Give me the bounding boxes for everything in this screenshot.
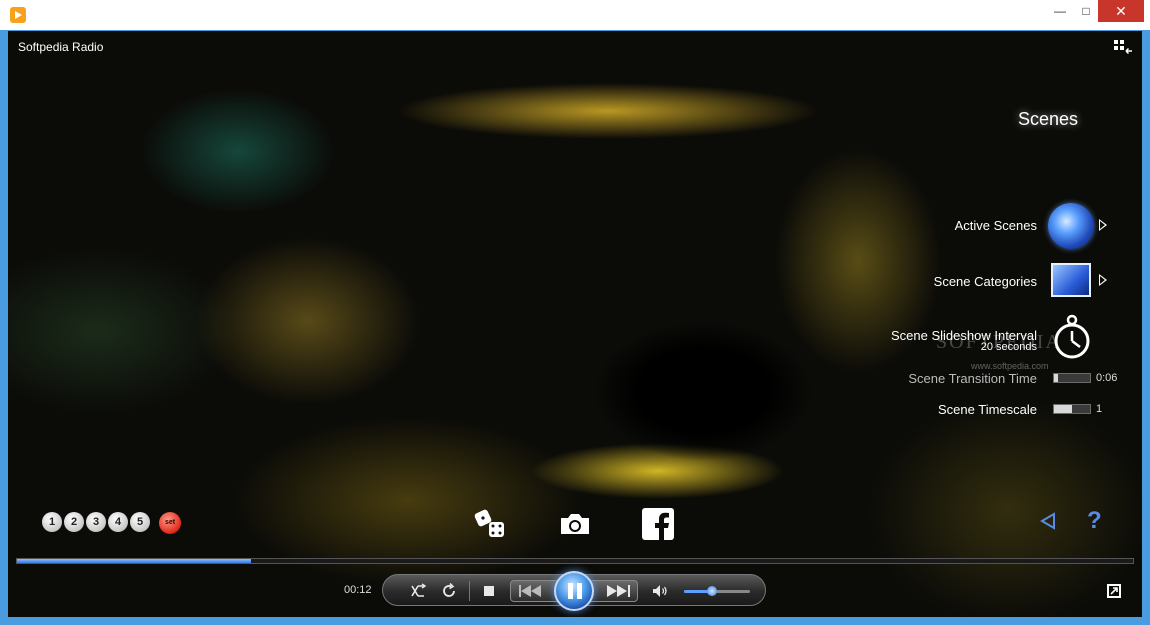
elapsed-time: 00:12 bbox=[344, 584, 372, 596]
close-button[interactable]: ✕ bbox=[1098, 0, 1144, 22]
facebook-icon[interactable] bbox=[642, 508, 674, 540]
app-icon[interactable] bbox=[10, 7, 26, 23]
scenes-heading: Scenes bbox=[1018, 109, 1079, 129]
title-bar[interactable]: — □ ✕ bbox=[0, 0, 1150, 30]
watermark-url: www.softpedia.com bbox=[971, 361, 1049, 371]
active-scenes-label[interactable]: Active Scenes bbox=[955, 218, 1037, 233]
timescale-fill bbox=[1054, 405, 1072, 413]
timescale-slider[interactable] bbox=[1053, 404, 1091, 414]
transition-time-slider[interactable] bbox=[1053, 373, 1091, 383]
stopwatch-icon[interactable] bbox=[1051, 314, 1093, 360]
app-window: — □ ✕ Softpedia Radio Scenes Active Scen… bbox=[0, 0, 1150, 625]
fullscreen-arrow-icon bbox=[1110, 587, 1118, 595]
active-scenes-icon[interactable] bbox=[1048, 203, 1094, 249]
seek-bar[interactable] bbox=[16, 558, 1134, 564]
transition-time-value: 0:06 bbox=[1096, 372, 1118, 384]
set-preset-button[interactable]: set bbox=[159, 512, 181, 534]
scene-categories-label[interactable]: Scene Categories bbox=[934, 274, 1037, 289]
next-track-button[interactable] bbox=[607, 585, 631, 597]
pause-button[interactable] bbox=[554, 571, 594, 611]
scene-categories-arrow-icon[interactable] bbox=[1099, 274, 1107, 286]
help-icon[interactable]: ? bbox=[1087, 507, 1102, 535]
minimize-button[interactable]: — bbox=[1046, 0, 1074, 22]
pause-bar-right bbox=[577, 583, 582, 599]
seek-progress-fill bbox=[17, 559, 252, 563]
dice-icon[interactable] bbox=[473, 507, 509, 541]
playback-control-bar bbox=[382, 571, 766, 611]
pause-bar-left bbox=[568, 583, 573, 599]
preset-button-4[interactable]: 4 bbox=[108, 512, 128, 532]
camera-icon[interactable] bbox=[558, 512, 592, 536]
timescale-value: 1 bbox=[1096, 403, 1103, 415]
back-triangle-icon[interactable] bbox=[1039, 512, 1057, 530]
slideshow-interval-value: 20 seconds bbox=[980, 341, 1037, 353]
preset-button-1[interactable]: 1 bbox=[42, 512, 62, 532]
repeat-icon[interactable] bbox=[441, 583, 457, 599]
preset-button-2[interactable]: 2 bbox=[64, 512, 84, 532]
visualization-area: Softpedia Radio Scenes Active Scenes Sce… bbox=[8, 31, 1142, 617]
timescale-label: Scene Timescale bbox=[938, 402, 1037, 417]
speaker-icon[interactable] bbox=[652, 584, 668, 598]
app-title: Softpedia Radio bbox=[18, 40, 104, 54]
transition-time-fill bbox=[1054, 374, 1059, 382]
control-divider bbox=[469, 581, 470, 601]
preset-button-5[interactable]: 5 bbox=[130, 512, 150, 532]
maximize-button[interactable]: □ bbox=[1072, 0, 1100, 22]
previous-track-button[interactable] bbox=[519, 585, 543, 597]
volume-thumb[interactable] bbox=[706, 586, 717, 596]
transition-time-label: Scene Transition Time bbox=[908, 371, 1037, 386]
active-scenes-arrow-icon[interactable] bbox=[1099, 219, 1107, 231]
layout-toggle-icon[interactable] bbox=[1114, 40, 1132, 54]
fullscreen-icon[interactable] bbox=[1107, 584, 1121, 598]
volume-slider[interactable] bbox=[684, 586, 750, 596]
preset-button-3[interactable]: 3 bbox=[86, 512, 106, 532]
scene-categories-icon[interactable] bbox=[1051, 263, 1091, 297]
shuffle-icon[interactable] bbox=[410, 583, 428, 599]
stop-button[interactable] bbox=[484, 586, 494, 596]
